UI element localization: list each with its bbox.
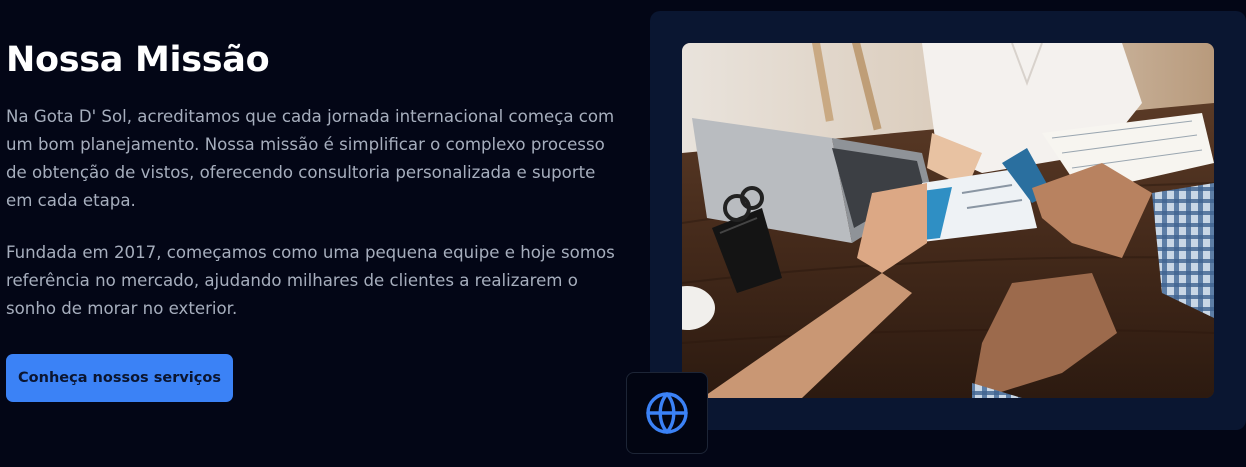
consultation-photo	[682, 43, 1214, 398]
globe-icon	[646, 392, 688, 434]
mission-section: Nossa Missão Na Gota D' Sol, acreditamos…	[0, 0, 1246, 467]
mission-paragraph: Na Gota D' Sol, acreditamos que cada jor…	[6, 107, 615, 210]
section-title: Nossa Missão	[6, 40, 270, 80]
services-button[interactable]: Conheça nossos serviços	[6, 354, 233, 402]
globe-badge	[626, 372, 708, 454]
history-paragraph: Fundada em 2017, começamos como uma pequ…	[6, 243, 615, 318]
